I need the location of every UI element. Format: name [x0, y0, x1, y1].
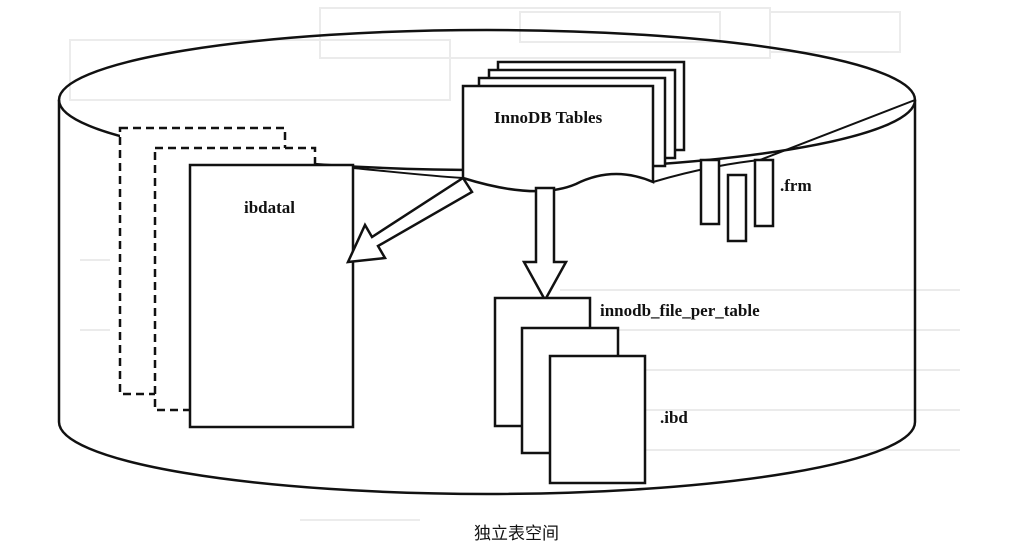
innodb-doc-front	[461, 84, 655, 193]
frm-file-group	[699, 158, 775, 243]
arrow-to-ibdata	[345, 176, 474, 264]
diagram-caption: 独立表空间	[474, 524, 559, 544]
cylinder-bottom-curve	[57, 421, 917, 496]
ibdata-label: ibdatal	[244, 198, 295, 217]
tablespace-diagram: InnoDB Tables ibdatal .frm innodb_file_p…	[0, 0, 1033, 549]
ibd-file-front	[548, 354, 647, 485]
frm-file-2	[726, 173, 748, 243]
ibd-file-stack	[493, 296, 647, 485]
frm-file-1	[699, 158, 721, 226]
ibdata-file-stack	[118, 126, 355, 429]
file-per-table-label: innodb_file_per_table	[600, 301, 760, 320]
arrow-to-ibd-files	[521, 186, 569, 303]
frm-file-3	[753, 158, 775, 228]
ibd-label: .ibd	[660, 408, 688, 427]
innodb-tables-label: InnoDB Tables	[494, 108, 603, 127]
frm-label: .frm	[780, 176, 812, 195]
